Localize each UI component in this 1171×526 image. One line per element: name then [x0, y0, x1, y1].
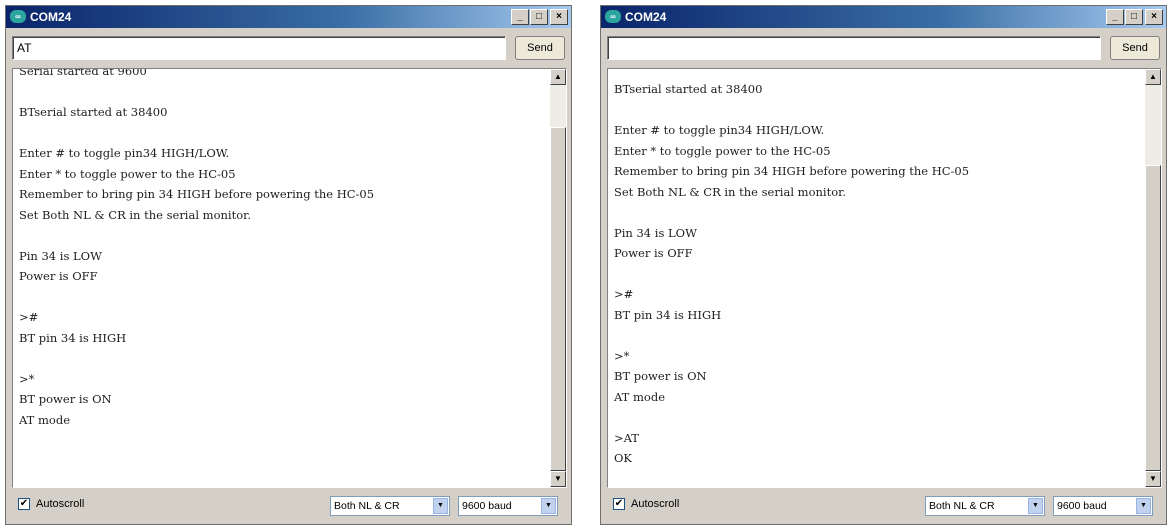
maximize-button[interactable]: □	[1125, 9, 1143, 25]
send-button[interactable]: Send	[515, 36, 565, 60]
serial-monitor-window-left: ∞ COM24 _ □ × Send Serial started at 960…	[5, 5, 572, 525]
line-ending-select[interactable]: Both NL & CR ▼	[925, 496, 1045, 516]
command-input[interactable]	[607, 36, 1101, 60]
send-button[interactable]: Send	[1110, 36, 1160, 60]
command-row: Send	[12, 36, 565, 64]
minimize-button[interactable]: _	[1106, 9, 1124, 25]
chevron-down-icon[interactable]: ▼	[433, 498, 448, 514]
scroll-down-arrow-icon[interactable]: ▼	[1145, 471, 1161, 487]
baud-value: 9600 baud	[1057, 500, 1107, 512]
output-line: >*	[614, 348, 630, 363]
output-line: Pin 34 is LOW	[19, 248, 102, 263]
output-line: BT pin 34 is HIGH	[19, 330, 127, 345]
window-title: COM24	[625, 10, 667, 24]
scroll-up-arrow-icon[interactable]: ▲	[1145, 69, 1161, 85]
line-ending-value: Both NL & CR	[929, 500, 995, 512]
output-line: OK	[614, 451, 633, 465]
baud-select[interactable]: 9600 baud ▼	[1053, 496, 1153, 516]
autoscroll-toggle[interactable]: ✔ Autoscroll	[18, 498, 84, 510]
output-line: Remember to bring pin 34 HIGH before pow…	[614, 164, 970, 178]
scroll-down-arrow-icon[interactable]: ▼	[550, 471, 566, 487]
title-bar[interactable]: ∞ COM24 _ □ ×	[601, 6, 1166, 28]
output-line: Serial started at 9600	[19, 68, 147, 78]
vertical-scrollbar[interactable]: ▲ ▼	[1145, 69, 1161, 487]
baud-select[interactable]: 9600 baud ▼	[458, 496, 558, 516]
output-line: Pin 34 is LOW	[614, 225, 697, 240]
autoscroll-checkbox[interactable]: ✔	[18, 498, 30, 510]
scroll-up-arrow-icon[interactable]: ▲	[550, 69, 566, 85]
vertical-scrollbar[interactable]: ▲ ▼	[550, 69, 566, 487]
close-button[interactable]: ×	[550, 9, 568, 25]
output-line: AT mode	[19, 412, 70, 427]
scroll-thumb[interactable]	[1145, 165, 1161, 471]
autoscroll-label: Autoscroll	[36, 498, 85, 510]
output-line: BT pin 34 is HIGH	[614, 307, 722, 322]
output-line: Set Both NL & CR in the serial monitor.	[19, 207, 252, 222]
bottom-bar: ✔ Autoscroll Both NL & CR ▼ 9600 baud ▼	[12, 494, 565, 518]
output-line: Power is OFF	[614, 246, 693, 260]
output-line: Enter # to toggle pin34 HIGH/LOW.	[614, 123, 825, 137]
chevron-down-icon[interactable]: ▼	[1136, 498, 1151, 514]
output-line: BTserial started at 38400	[614, 82, 763, 96]
serial-output[interactable]: BTserial started at 38400 Enter # to tog…	[607, 68, 1162, 488]
output-line: Power is OFF	[19, 269, 98, 283]
maximize-button[interactable]: □	[530, 9, 548, 25]
bottom-bar: ✔ Autoscroll Both NL & CR ▼ 9600 baud ▼	[607, 494, 1160, 518]
output-line: Remember to bring pin 34 HIGH before pow…	[19, 187, 375, 201]
window-controls: _ □ ×	[1105, 9, 1163, 25]
output-line: BTserial started at 38400	[19, 105, 168, 119]
output-line: >AT	[614, 430, 639, 445]
line-ending-value: Both NL & CR	[334, 500, 400, 512]
command-input[interactable]	[12, 36, 506, 60]
output-line: >#	[614, 287, 634, 301]
serial-monitor-window-right: ∞ COM24 _ □ × Send BTserial started at 3…	[600, 5, 1167, 525]
serial-output[interactable]: Serial started at 9600 BTserial started …	[12, 68, 567, 488]
line-ending-select[interactable]: Both NL & CR ▼	[330, 496, 450, 516]
command-row: Send	[607, 36, 1160, 64]
output-line: AT mode	[614, 389, 665, 404]
arduino-icon: ∞	[10, 10, 26, 23]
autoscroll-toggle[interactable]: ✔ Autoscroll	[613, 498, 679, 510]
baud-value: 9600 baud	[462, 500, 512, 512]
output-line: BT power is ON	[19, 392, 112, 406]
output-line: Enter * to toggle power to the HC-05	[614, 143, 831, 158]
output-line: Set Both NL & CR in the serial monitor.	[614, 184, 847, 199]
output-line: >#	[19, 310, 39, 324]
serial-output-text: Serial started at 9600 BTserial started …	[19, 68, 544, 487]
serial-output-text: BTserial started at 38400 Enter # to tog…	[614, 79, 1139, 487]
output-line: Enter # to toggle pin34 HIGH/LOW.	[19, 146, 230, 160]
autoscroll-label: Autoscroll	[631, 498, 680, 510]
close-button[interactable]: ×	[1145, 9, 1163, 25]
autoscroll-checkbox[interactable]: ✔	[613, 498, 625, 510]
arduino-icon: ∞	[605, 10, 621, 23]
window-title: COM24	[30, 10, 72, 24]
output-line: Enter * to toggle power to the HC-05	[19, 166, 236, 181]
chevron-down-icon[interactable]: ▼	[541, 498, 556, 514]
scroll-thumb[interactable]	[550, 127, 566, 471]
output-line: >*	[19, 371, 35, 386]
minimize-button[interactable]: _	[511, 9, 529, 25]
window-controls: _ □ ×	[510, 9, 568, 25]
chevron-down-icon[interactable]: ▼	[1028, 498, 1043, 514]
title-bar[interactable]: ∞ COM24 _ □ ×	[6, 6, 571, 28]
output-line: BT power is ON	[614, 369, 707, 383]
